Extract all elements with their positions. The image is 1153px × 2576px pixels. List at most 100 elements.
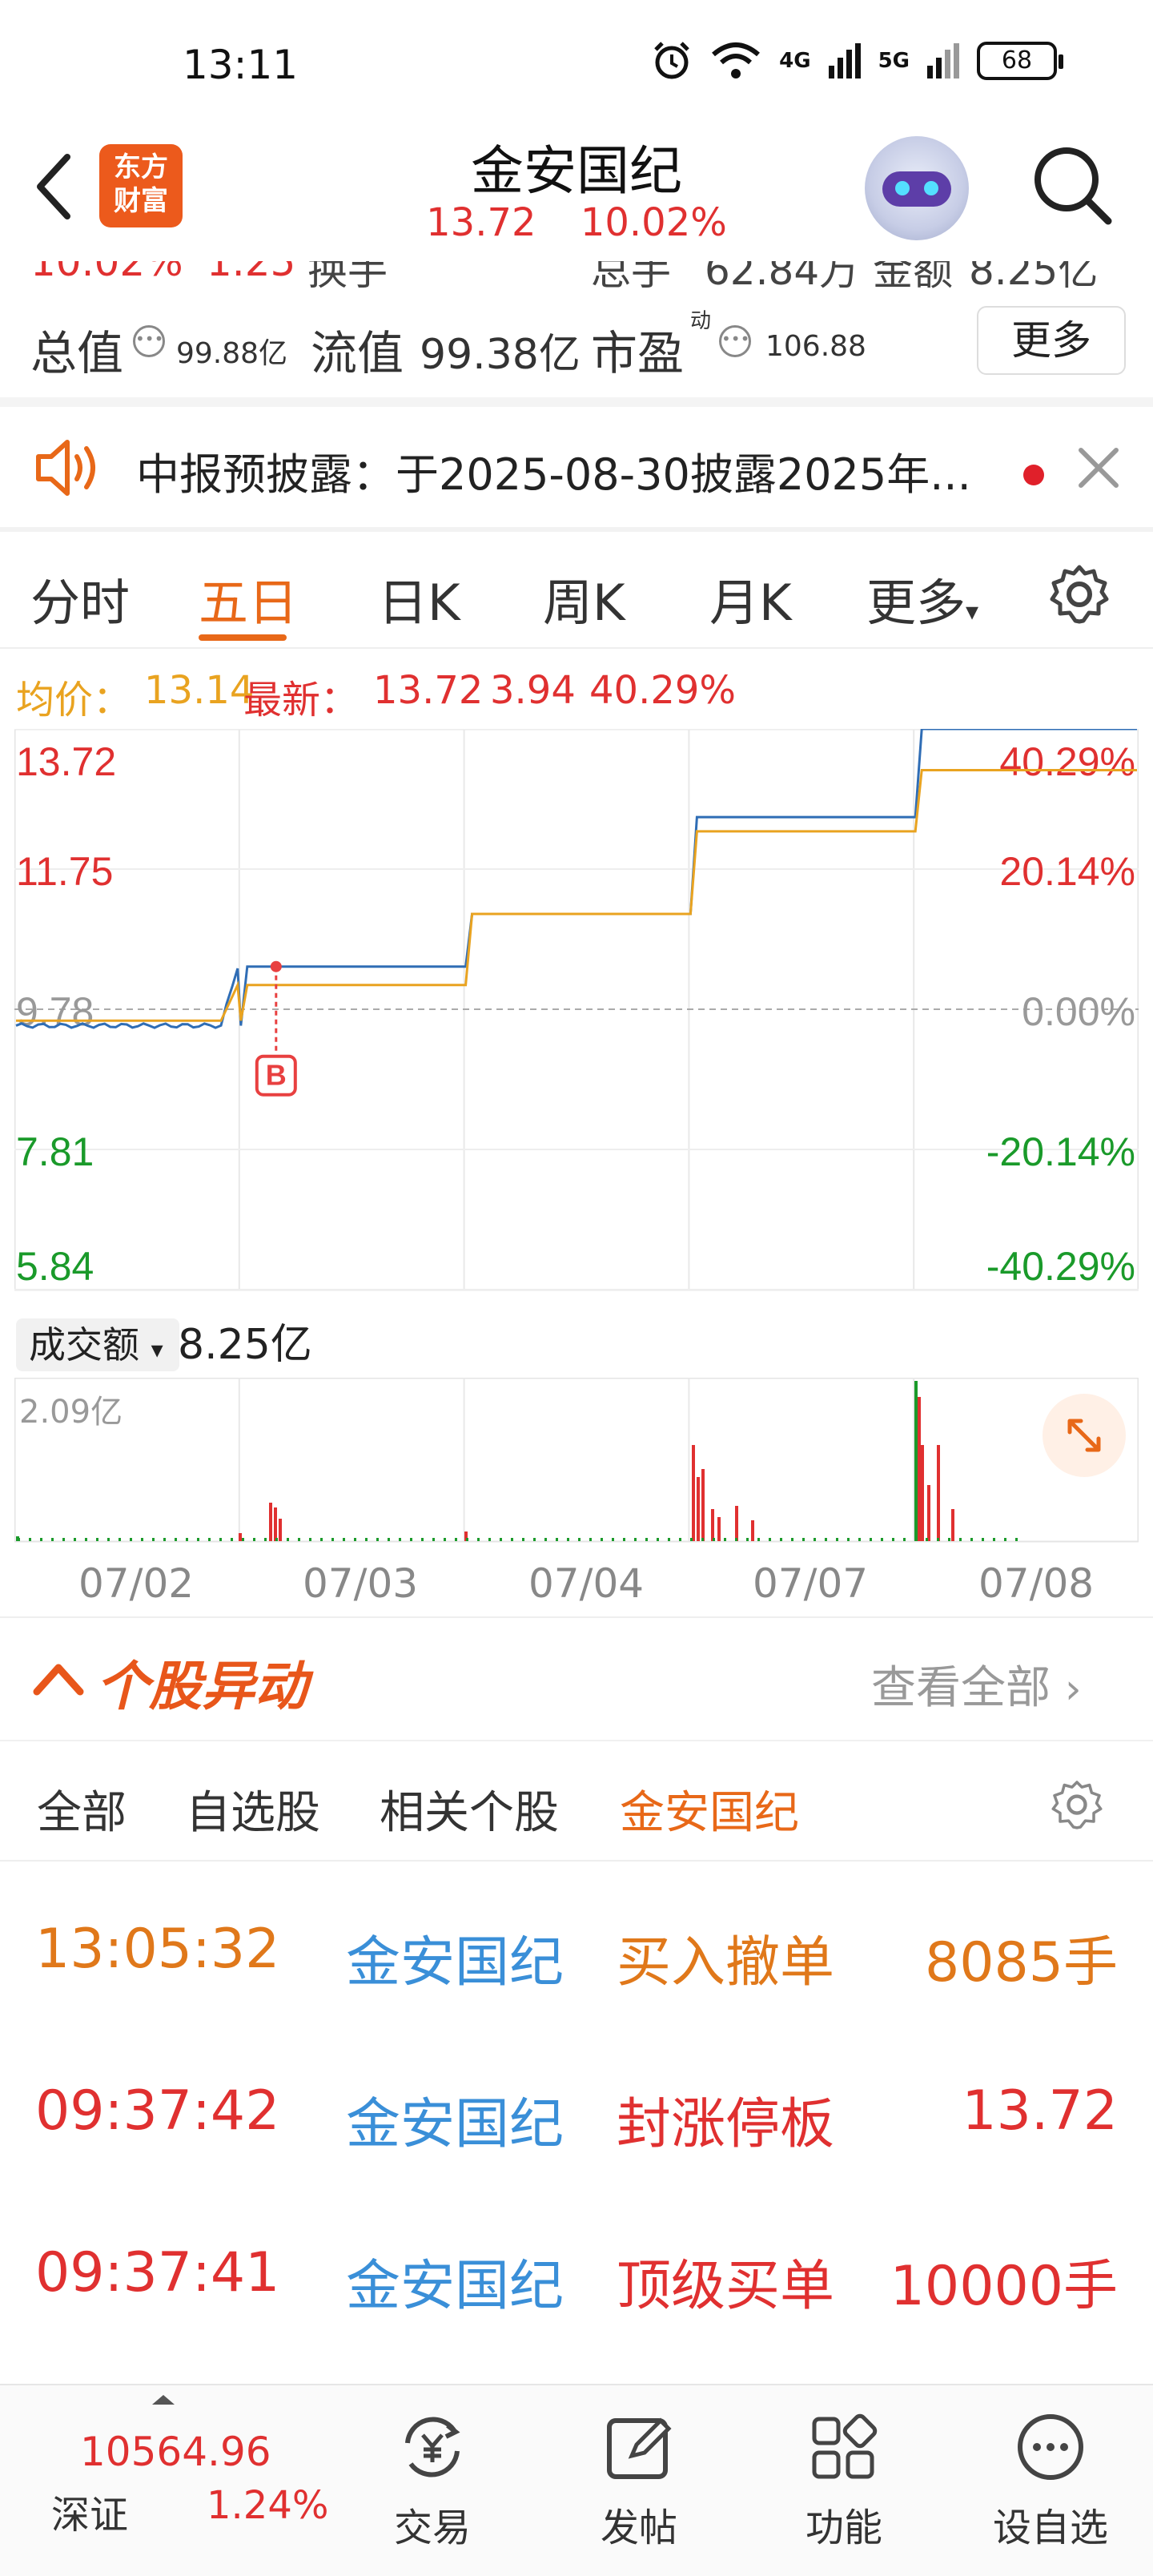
volume-bar bbox=[903, 1538, 906, 1541]
volume-bar bbox=[141, 1538, 143, 1541]
volume-selector[interactable]: 成交额 ▾ bbox=[16, 1318, 179, 1371]
quote-row-partial: 10.02% 1.25 换手 总手 62.84万 金额 8.25亿 bbox=[30, 261, 1099, 290]
expand-button[interactable] bbox=[1043, 1394, 1126, 1477]
collapse-icon[interactable] bbox=[32, 1656, 85, 1701]
volume-bar bbox=[657, 1538, 659, 1541]
assistant-avatar[interactable] bbox=[865, 136, 969, 240]
nav-label: 交易 bbox=[393, 2506, 471, 2550]
network-4g: 4G bbox=[779, 49, 811, 73]
move-value: 8085手 bbox=[924, 1931, 1118, 1994]
filter-watchlist[interactable]: 自选股 bbox=[186, 1777, 320, 1841]
volume-bar bbox=[711, 1509, 714, 1541]
dropdown-icon: ▾ bbox=[966, 596, 979, 626]
chart-legend: 均价： 13.14 最新： 13.72 3.94 40.29% bbox=[0, 647, 1153, 724]
nav-add-watchlist[interactable]: 设自选 bbox=[978, 2401, 1123, 2562]
filter-related[interactable]: 相关个股 bbox=[380, 1777, 559, 1841]
volume-bar bbox=[466, 1538, 468, 1541]
volume-bar bbox=[697, 1477, 700, 1541]
series-line-avg bbox=[16, 769, 1137, 1022]
move-stock[interactable]: 金安国纪 bbox=[346, 2241, 564, 2320]
tab-weekly-k[interactable]: 周K bbox=[543, 562, 625, 634]
volume-bar bbox=[937, 1538, 939, 1541]
filter-current-stock[interactable]: 金安国纪 bbox=[620, 1777, 799, 1841]
volume-bar bbox=[85, 1538, 87, 1541]
pe-sup: 动 bbox=[690, 309, 712, 333]
volume-bar bbox=[421, 1538, 424, 1541]
volume-bar bbox=[993, 1538, 995, 1541]
list-item[interactable]: 13:05:32 金安国纪 买入撤单 8085手 bbox=[0, 1866, 1153, 2027]
tab-five-day[interactable]: 五日 bbox=[199, 562, 298, 634]
nav-post[interactable]: 发帖 bbox=[567, 2401, 711, 2562]
nav-functions[interactable]: 功能 bbox=[772, 2401, 916, 2562]
avg-value: 13.14 bbox=[144, 668, 255, 713]
volume-bar bbox=[197, 1538, 199, 1541]
volume-bar bbox=[914, 1538, 917, 1541]
list-item[interactable]: 09:37:41 金安国纪 顶级买单 10000手 bbox=[0, 2190, 1153, 2350]
more-button[interactable]: 更多 bbox=[977, 306, 1126, 375]
volume-bar bbox=[751, 1520, 754, 1541]
stock-moves-title: 个股异动 bbox=[96, 1656, 307, 1717]
y-tick-right: -20.14% bbox=[986, 1129, 1135, 1174]
volume-bar bbox=[802, 1538, 805, 1541]
move-stock[interactable]: 金安国纪 bbox=[346, 1918, 564, 1997]
volume-bar bbox=[612, 1538, 614, 1541]
trade-icon bbox=[396, 2411, 468, 2483]
volume-bar bbox=[96, 1538, 98, 1541]
filter-all[interactable]: 全部 bbox=[37, 1777, 127, 1841]
volume-bar bbox=[1004, 1538, 1006, 1541]
signal-icon-2 bbox=[927, 43, 959, 78]
tab-daily-k[interactable]: 日K bbox=[378, 562, 460, 634]
tab-intraday[interactable]: 分时 bbox=[30, 562, 130, 634]
volume-bar bbox=[269, 1503, 272, 1541]
volume-bar bbox=[556, 1538, 558, 1541]
volume-bar bbox=[713, 1538, 715, 1541]
volume-bar bbox=[298, 1538, 300, 1541]
move-stock[interactable]: 金安国纪 bbox=[346, 2079, 564, 2159]
volume-bar bbox=[927, 1485, 930, 1541]
volume-bar bbox=[130, 1538, 132, 1541]
notice-bar[interactable]: 中报预披露：于2025-08-30披露2025年... bbox=[0, 409, 1153, 527]
volume-bar bbox=[309, 1538, 311, 1541]
chart-tabs: 分时 五日 日K 周K 月K 更多▾ bbox=[0, 533, 1153, 646]
buy-marker-label: B bbox=[266, 1059, 287, 1092]
volume-bar bbox=[589, 1538, 592, 1541]
volume-bar bbox=[522, 1538, 524, 1541]
settings-icon[interactable] bbox=[1047, 562, 1111, 626]
total-value-label: 总值 bbox=[30, 326, 124, 380]
volume-bar bbox=[623, 1538, 625, 1541]
volume-chart[interactable] bbox=[14, 1378, 1139, 1546]
info-dots-icon[interactable]: ••• bbox=[133, 325, 165, 357]
y-tick-right: 40.29% bbox=[999, 739, 1135, 784]
view-all-link[interactable]: 查看全部 › bbox=[871, 1652, 1082, 1717]
volume-bar bbox=[264, 1538, 267, 1541]
search-icon[interactable] bbox=[1028, 141, 1116, 229]
volume-bar bbox=[107, 1538, 110, 1541]
volume-bar bbox=[275, 1538, 278, 1541]
volume-bar bbox=[791, 1538, 793, 1541]
volume-bar bbox=[432, 1538, 435, 1541]
nav-trade[interactable]: 交易 bbox=[360, 2401, 504, 2562]
volume-bar bbox=[918, 1397, 921, 1541]
five-day-chart[interactable]: 13.7211.759.787.815.8440.29%20.14%0.00%-… bbox=[14, 729, 1139, 1306]
float-value: 99.38亿 bbox=[420, 331, 581, 379]
volume-bar bbox=[488, 1538, 491, 1541]
volume-bar bbox=[735, 1506, 738, 1541]
info-dots-icon-2[interactable]: ••• bbox=[719, 325, 751, 357]
tab-monthly-k[interactable]: 月K bbox=[709, 562, 792, 634]
volume-bar bbox=[279, 1519, 282, 1541]
move-event: 顶级买单 bbox=[617, 2255, 835, 2318]
volume-bar bbox=[578, 1538, 581, 1541]
volume-bar bbox=[477, 1538, 480, 1541]
close-icon[interactable] bbox=[1076, 445, 1121, 490]
unread-dot bbox=[1023, 465, 1044, 485]
index-value[interactable]: 10564.96 bbox=[80, 2429, 271, 2475]
volume-bar bbox=[746, 1538, 749, 1541]
y-tick-right: 20.14% bbox=[999, 849, 1135, 894]
tab-more[interactable]: 更多▾ bbox=[866, 562, 978, 634]
chevron-up-icon[interactable] bbox=[149, 2390, 178, 2408]
volume-bar bbox=[601, 1538, 603, 1541]
list-item[interactable]: 09:37:42 金安国纪 封涨停板 13.72 bbox=[0, 2028, 1153, 2188]
signal-icon bbox=[828, 43, 861, 78]
settings-icon[interactable] bbox=[1049, 1777, 1105, 1833]
dropdown-icon: ▾ bbox=[151, 1336, 163, 1364]
